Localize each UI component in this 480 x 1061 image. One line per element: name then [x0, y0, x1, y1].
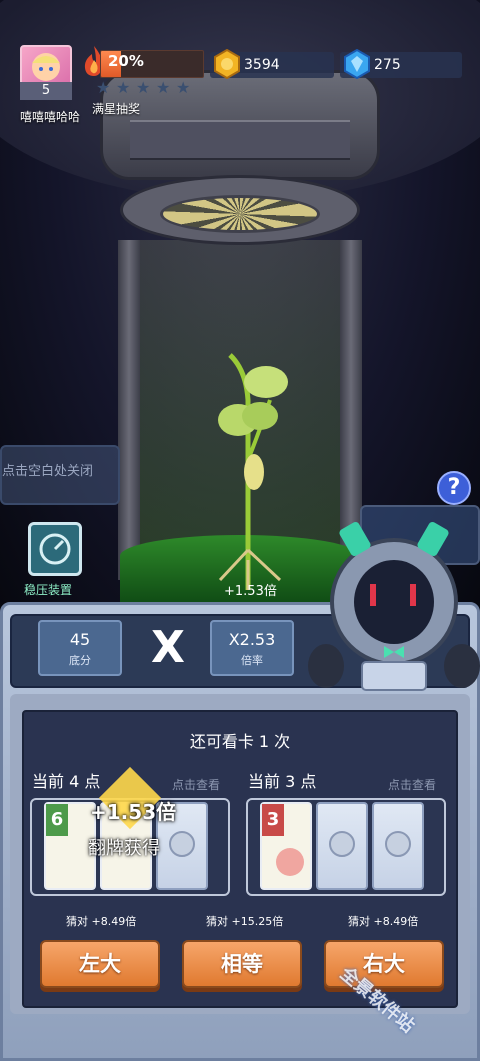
left-bigger-button[interactable]: 左大 [40, 940, 160, 988]
base-score-value: 45 [69, 630, 91, 649]
right-view-hint[interactable]: 点击查看 [388, 776, 436, 793]
gem-amount: 275 [374, 57, 401, 73]
multiplier-box: X2.53 倍率 [210, 620, 294, 676]
help-button[interactable]: ? [437, 471, 471, 505]
gem-icon [344, 49, 370, 79]
star-progress-text: 20% [108, 52, 144, 70]
right-card-3[interactable] [372, 802, 424, 890]
pillar-left [118, 240, 140, 580]
multiplier-value: X2.53 [228, 630, 276, 649]
star-icon: ★ [156, 78, 171, 97]
flip-bonus: +1.53倍 [90, 800, 177, 824]
full-star-lottery-label[interactable]: 满星抽奖 [92, 100, 140, 117]
star-rating: ★ ★ ★ ★ ★ [96, 80, 206, 96]
stabilizer-device-button[interactable] [28, 522, 82, 576]
machine-light [160, 195, 320, 233]
avatar-face-icon [32, 53, 60, 81]
scene-background[interactable] [0, 0, 480, 610]
card-back-robot-icon [329, 831, 355, 857]
right-points: 当前 3 点 [248, 772, 317, 791]
robot-mascot-icon [308, 521, 480, 691]
base-score-box: 45 底分 [38, 620, 122, 676]
guess-left-reward: 猜对 +8.49倍 [66, 915, 137, 928]
star-icon: ★ [116, 78, 131, 97]
right-card-2[interactable] [316, 802, 368, 890]
star-icon: ★ [96, 78, 111, 97]
multiplier-label: 倍率 [241, 654, 263, 667]
equal-button[interactable]: 相等 [182, 940, 302, 988]
left-view-hint[interactable]: 点击查看 [172, 776, 220, 793]
gem-counter[interactable]: 275 [340, 49, 462, 79]
player-name: 嘻嘻嘻哈哈 [19, 110, 80, 124]
gold-amount: 3594 [244, 57, 280, 73]
left-points: 当前 4 点 [32, 772, 101, 791]
flip-bonus-note: 翻牌获得 [88, 838, 160, 859]
left-card-1-value: 6 [46, 804, 68, 836]
multiply-sign: X [151, 622, 185, 673]
machine-band [130, 120, 350, 160]
right-card-1[interactable]: 3 [260, 802, 312, 890]
close-hint: 点击空白处关闭 [2, 464, 94, 479]
star-icon: ★ [136, 78, 151, 97]
base-score-label: 底分 [69, 654, 91, 667]
guess-equal-reward: 猜对 +15.25倍 [206, 915, 284, 928]
star-icon: ★ [176, 78, 191, 97]
stabilizer-device-label: 稳压装置 [24, 583, 73, 597]
card-back-robot-icon [385, 831, 411, 857]
remaining-views: 还可看卡 1 次 [189, 732, 291, 751]
plant-multiplier: +1.53倍 [224, 584, 277, 599]
right-card-1-value: 3 [262, 804, 284, 836]
gold-counter[interactable]: 3594 [210, 49, 334, 79]
gauge-icon [39, 533, 71, 565]
plant-icon [218, 353, 288, 590]
guess-right-reward: 猜对 +8.49倍 [348, 915, 419, 928]
gold-coin-icon [214, 49, 240, 79]
player-level: 5 [20, 82, 72, 100]
